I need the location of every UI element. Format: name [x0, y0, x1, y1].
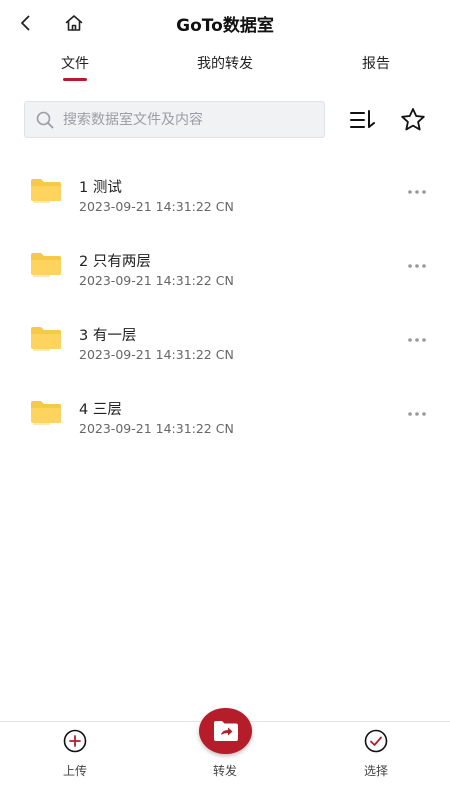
tab-label: 我的转发 [197, 56, 253, 72]
sort-icon [350, 110, 375, 128]
folder-date: 2023-09-21 14:31:22 CN [79, 273, 234, 288]
tab-label: 报告 [362, 56, 390, 72]
forward-fab-button[interactable] [199, 708, 252, 754]
folder-icon [31, 253, 61, 277]
folder-name: 3 有一层 [79, 328, 137, 344]
header: GoTo数据室 [0, 0, 450, 46]
tab-label: 文件 [61, 56, 89, 72]
tab-reports[interactable]: 报告 [346, 50, 406, 84]
tab-my-forwards[interactable]: 我的转发 [180, 50, 270, 84]
folder-name: 4 三层 [79, 402, 122, 418]
tab-bar: 文件 我的转发 报告 [0, 50, 450, 86]
app-screen: GoTo数据室 文件 我的转发 报告 搜索数据室文件及内容 1 测试 2023-… [0, 0, 450, 800]
select-label: 选择 [363, 764, 388, 778]
sort-button[interactable] [348, 105, 378, 135]
more-options-icon[interactable] [404, 181, 430, 203]
more-options-icon[interactable] [404, 403, 430, 425]
folder-icon [31, 179, 61, 203]
folder-icon [31, 327, 61, 351]
more-options-icon[interactable] [404, 255, 430, 277]
folder-row[interactable]: 1 测试 2023-09-21 14:31:22 CN [0, 155, 450, 229]
forward-label: 转发 [212, 764, 237, 778]
folder-row[interactable]: 4 三层 2023-09-21 14:31:22 CN [0, 377, 450, 451]
folder-name: 2 只有两层 [79, 254, 151, 270]
star-icon [401, 108, 425, 131]
folder-date: 2023-09-21 14:31:22 CN [79, 347, 234, 362]
file-list: 1 测试 2023-09-21 14:31:22 CN 2 只有两层 2023-… [0, 155, 450, 451]
check-circle-icon [364, 729, 388, 753]
folder-share-icon [213, 721, 238, 741]
folder-row[interactable]: 3 有一层 2023-09-21 14:31:22 CN [0, 303, 450, 377]
upload-label: 上传 [62, 764, 87, 778]
favorite-button[interactable] [398, 105, 428, 135]
tab-files[interactable]: 文件 [45, 50, 105, 84]
active-tab-indicator [63, 78, 87, 81]
folder-row[interactable]: 2 只有两层 2023-09-21 14:31:22 CN [0, 229, 450, 303]
search-icon [36, 111, 54, 128]
search-input[interactable] [63, 111, 313, 128]
folder-date: 2023-09-21 14:31:22 CN [79, 421, 234, 436]
folder-name: 1 测试 [79, 180, 122, 196]
add-circle-icon [63, 729, 87, 753]
page-title: GoTo数据室 [176, 16, 274, 36]
more-options-icon[interactable] [404, 329, 430, 351]
search-box[interactable] [24, 101, 325, 138]
folder-icon [31, 401, 61, 425]
folder-date: 2023-09-21 14:31:22 CN [79, 199, 234, 214]
